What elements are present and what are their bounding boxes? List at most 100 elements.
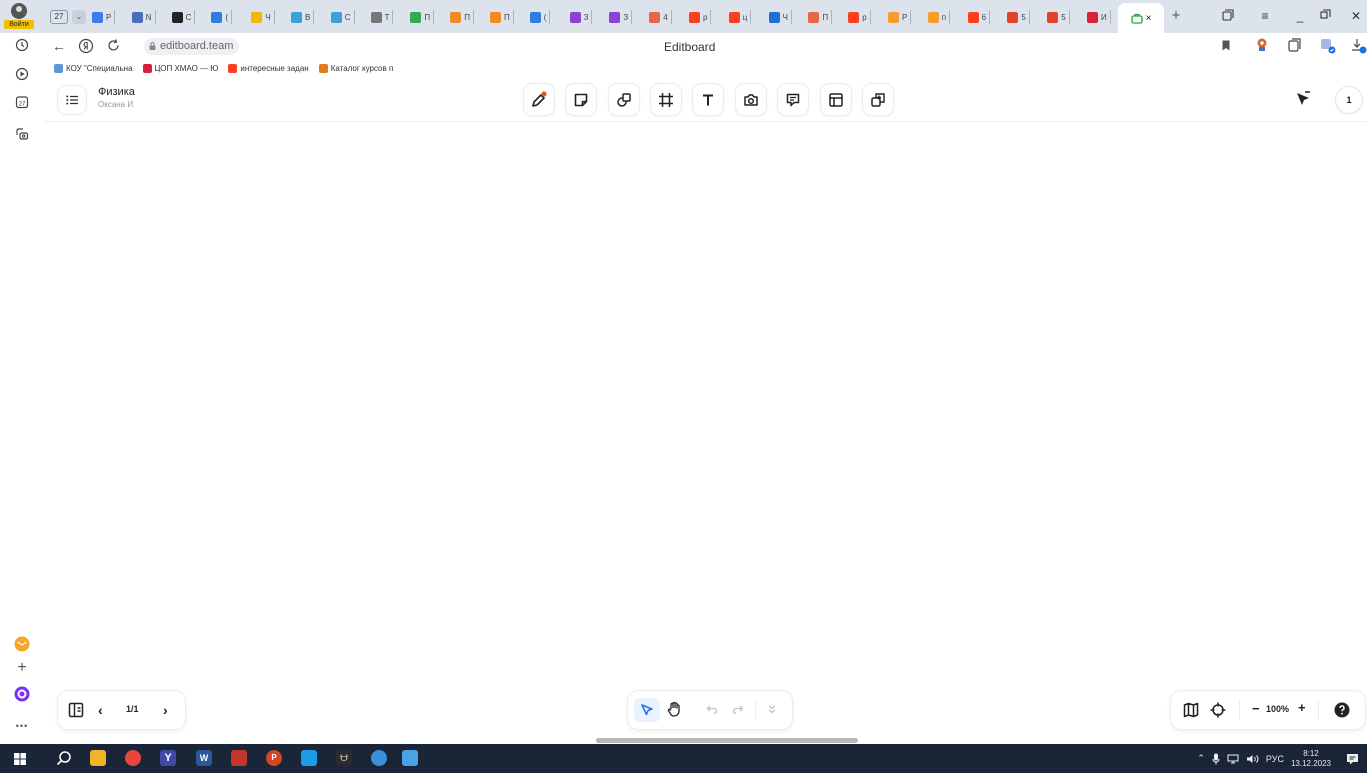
more-icon[interactable]: ••• [13,717,31,735]
powerpoint-icon[interactable]: P [266,750,282,766]
app-icon[interactable] [301,750,317,766]
browser-tab[interactable]: Р [888,10,912,24]
hand-tool-button[interactable] [667,701,682,717]
help-icon[interactable] [1334,702,1350,718]
browser-tab[interactable]: Р [92,10,116,24]
board-name[interactable]: Физика [98,86,135,98]
tab-close-icon[interactable]: × [1146,13,1152,24]
chrome-icon[interactable] [125,750,141,766]
collapse-chevrons-icon[interactable] [766,703,778,715]
add-app-icon[interactable]: + [13,659,31,677]
pdf-reader-icon[interactable]: ᗨ [336,750,352,766]
translate-icon[interactable] [1320,38,1336,54]
search-icon[interactable] [56,750,72,766]
extension-bird-icon[interactable] [1254,37,1270,53]
sticky-note-tool-button[interactable] [566,84,596,115]
bookmark-item[interactable]: Каталог курсов п [318,64,393,73]
browser-tab[interactable]: И [1087,10,1111,24]
image-tool-button[interactable] [736,84,766,115]
back-arrow-icon[interactable]: ← [52,38,66,54]
calendar-icon[interactable]: 27 [13,93,31,111]
language-indicator[interactable]: РУС [1266,754,1284,764]
browser-tab[interactable]: Т [370,10,394,24]
pages-sidebar-icon[interactable] [68,702,84,718]
minimap-icon[interactable] [1183,702,1199,718]
horizontal-scrollbar[interactable] [596,738,858,743]
participants-count-badge[interactable]: 1 [1336,87,1362,113]
browser-tab[interactable]: ( [211,10,233,24]
bookmark-item[interactable]: КОУ "Специальна [54,64,133,73]
templates-tool-button[interactable] [863,84,893,115]
bookmark-icon[interactable] [1222,40,1230,51]
minimize-icon[interactable]: _ [1292,9,1308,23]
zoom-in-button[interactable]: + [1298,701,1306,715]
zoom-out-button[interactable]: − [1252,702,1260,716]
browser-tab[interactable]: 6 [967,10,991,24]
pen-tool-button[interactable] [524,84,554,115]
url-field[interactable]: editboard.team [144,38,240,55]
login-button[interactable]: Войти [4,3,34,31]
restore-icon[interactable] [1320,9,1336,20]
network-icon[interactable] [1227,754,1239,764]
tab-list-chevron-icon[interactable]: ⌄ [72,10,86,24]
next-page-icon[interactable]: › [163,701,168,719]
shapes-tool-button[interactable] [609,84,639,115]
clock[interactable]: 8:12 13.12.2023 [1291,749,1331,769]
text-tool-button[interactable] [693,84,723,115]
browser-tab[interactable]: N [131,10,156,24]
mail-app-icon[interactable] [13,635,31,653]
bookmark-item[interactable]: интересные задан [228,64,309,73]
telegram-icon[interactable] [371,750,387,766]
browser-tab[interactable]: Ч [768,10,792,24]
browser-tab[interactable]: П [808,10,833,24]
board-canvas[interactable] [44,122,1367,744]
browser-tab[interactable]: З [569,10,593,24]
collections-icon[interactable] [1287,38,1302,53]
yandex-browser-icon[interactable]: Y [160,750,176,766]
browser-tab[interactable]: 5 [1047,10,1070,24]
browser-tab[interactable]: п [927,10,951,24]
prev-page-icon[interactable]: ‹ [98,701,103,719]
browser-tab[interactable]: В [291,10,315,24]
windows-start-icon[interactable] [14,753,26,765]
downloads-icon[interactable] [1351,38,1367,54]
browser-tab[interactable]: ц [728,10,752,24]
redo-icon[interactable] [732,703,744,715]
screenshot-icon[interactable] [13,125,31,143]
reload-icon[interactable] [106,38,121,53]
browser-menu-icon[interactable]: ≡ [1257,9,1273,23]
volume-icon[interactable] [1246,754,1259,764]
history-icon[interactable] [13,36,31,54]
file-explorer-icon[interactable] [90,750,106,766]
chevron-up-icon[interactable]: ⌃ [1197,753,1205,764]
photos-icon[interactable] [402,750,418,766]
browser-tab[interactable]: С [330,10,355,24]
center-view-icon[interactable] [1210,702,1226,718]
notifications-icon[interactable] [1346,753,1359,765]
winrar-icon[interactable] [231,750,247,766]
yandex-logo-icon[interactable] [78,38,94,54]
browser-tab[interactable]: П [410,10,435,24]
browser-tab[interactable]: З [609,10,633,24]
browser-tab[interactable]: р [848,10,871,24]
browser-tab[interactable]: П [490,10,514,24]
new-tab-button[interactable]: + [1168,8,1184,25]
active-tab[interactable]: × [1118,3,1164,33]
undo-icon[interactable] [706,703,718,715]
microphone-icon[interactable] [1212,753,1220,765]
follow-cursor-icon[interactable] [1294,90,1312,108]
alice-assistant-icon[interactable] [13,685,31,703]
word-icon[interactable]: W [196,750,212,766]
select-tool-button[interactable] [634,698,660,722]
comment-tool-button[interactable] [778,84,808,115]
browser-tab[interactable]: С [171,10,196,24]
browser-tab[interactable]: Ч [251,10,275,24]
browser-tab[interactable]: П [450,10,474,24]
browser-tab[interactable]: 4 [649,10,672,24]
bookmark-item[interactable]: ЦОП ХМАО — Ю [142,64,218,73]
tab-count-badge[interactable]: 27 [50,10,68,24]
board-menu-button[interactable] [58,86,86,114]
media-player-icon[interactable] [13,65,31,83]
frame-tool-button[interactable] [651,84,681,115]
browser-tab[interactable]: р [689,10,712,24]
